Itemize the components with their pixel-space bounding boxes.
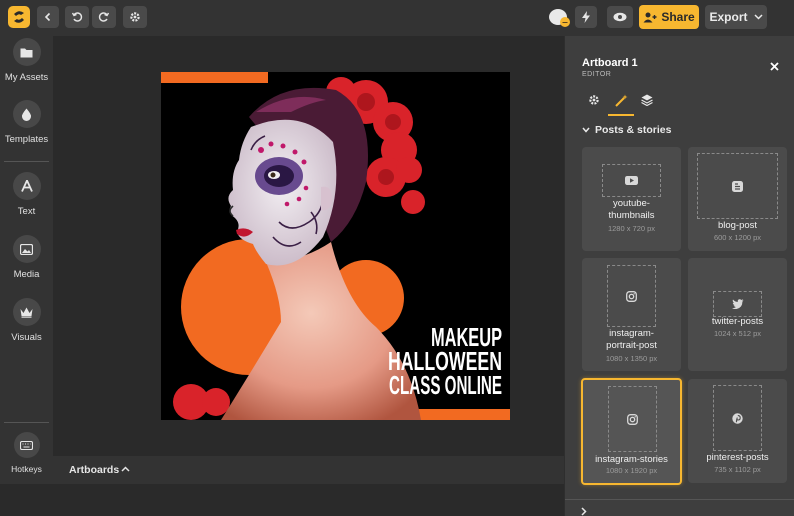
settings-button[interactable] [123,6,147,28]
gear-icon [589,95,599,105]
text-icon [12,172,41,200]
sidebar-label: Hotkeys [11,464,42,474]
sidebar-label: My Assets [4,72,49,83]
chevron-right-icon[interactable] [581,507,587,516]
preview-button[interactable] [607,6,633,28]
close-icon[interactable] [770,62,779,71]
left-sidebar: My Assets Templates Text Media Visuals H… [0,36,53,486]
sidebar-item-text[interactable]: Text [0,172,53,217]
sidebar-item-templates[interactable]: Templates [0,100,53,145]
bottom-strip [0,484,564,516]
template-card-instagram-stories[interactable]: instagram-stories 1080 x 1920 px [581,378,682,485]
undo-icon [71,12,83,22]
template-name: youtube- thumbnails [608,198,655,221]
artboards-bar[interactable]: Artboards [53,456,564,484]
undo-button[interactable] [65,6,89,28]
export-label: Export [709,10,748,24]
sidebar-item-my-assets[interactable]: My Assets [0,38,53,83]
chevron-down-icon [753,14,763,20]
template-card-instagram-portrait-post[interactable]: instagram- portrait-post 1080 x 1350 px [582,258,681,371]
blogger-icon [732,180,743,192]
user-avatar[interactable] [548,7,570,29]
template-name: pinterest-posts [706,452,769,463]
chevron-down-icon [582,127,590,133]
instagram-icon [626,290,637,302]
drop-icon [12,100,41,128]
sidebar-divider [4,422,49,423]
instagram-icon [627,413,638,425]
poster-line-3: CLASS ONLINE [389,370,502,400]
layers-icon [641,94,653,106]
template-card-pinterest-posts[interactable]: pinterest-posts 735 x 1102 px [688,379,787,483]
template-size: 1080 x 1920 px [605,466,658,475]
folder-icon [12,38,41,66]
back-button[interactable] [37,6,59,28]
panel-divider [565,499,794,500]
tab-templates[interactable] [611,94,631,110]
poster-artwork: MAKEUP HALLOWEEN CLASS ONLINE [161,72,510,420]
top-bar: Share Export [0,0,794,36]
template-name: twitter-posts [711,316,764,327]
template-name: blog-post [717,220,758,231]
chevron-left-icon [44,12,51,22]
panel-subtitle: EDITOR [582,71,612,78]
add-user-icon [643,12,657,22]
artboards-label: Artboards [69,464,120,476]
active-tab-indicator [608,114,634,116]
template-frame [713,291,762,317]
sidebar-label: Visuals [11,332,42,343]
redo-button[interactable] [92,6,116,28]
magic-wand-icon [614,94,627,107]
template-size: 1080 x 1350 px [605,354,658,363]
section-header[interactable]: Posts & stories [582,124,671,136]
template-name: instagram- portrait-post [606,328,657,351]
tab-settings[interactable] [584,94,604,110]
panel-title: Artboard 1 [582,57,638,69]
magic-button[interactable] [575,6,597,28]
lightning-icon [582,11,590,23]
twitter-icon [731,299,743,309]
tab-layers[interactable] [637,94,657,110]
template-size: 735 x 1102 px [714,465,761,474]
template-card-twitter-posts[interactable]: twitter-posts 1024 x 512 px [688,258,787,371]
sidebar-item-media[interactable]: Media [0,235,53,280]
template-frame [602,164,661,197]
artboard-canvas[interactable]: MAKEUP HALLOWEEN CLASS ONLINE [161,72,510,420]
template-size: 600 x 1200 px [713,233,762,242]
share-label: Share [661,10,695,24]
template-frame [713,385,762,451]
keyboard-icon [13,432,40,458]
template-frame [697,153,778,219]
sidebar-label: Text [17,206,36,217]
image-icon [12,235,41,263]
eye-icon [613,12,627,22]
logo-icon[interactable] [8,6,30,28]
sidebar-label: Templates [4,134,49,145]
section-title: Posts & stories [595,124,672,136]
share-button[interactable]: Share [639,5,699,29]
template-name: instagram-stories [595,454,668,465]
pinterest-icon [732,412,743,424]
app-window: Share Export My Assets Templates Text Me… [0,0,794,516]
gear-icon [130,12,140,22]
youtube-icon [625,176,638,185]
template-size: 1280 x 720 px [607,224,656,233]
template-card-youtube-thumbnails[interactable]: youtube- thumbnails 1280 x 720 px [582,147,681,251]
sidebar-divider [4,161,49,162]
sidebar-item-hotkeys[interactable]: Hotkeys [0,432,53,474]
right-panel: Artboard 1 EDITOR Posts & stories youtub… [564,36,794,516]
template-size: 1024 x 512 px [713,329,762,338]
template-card-blog-post[interactable]: blog-post 600 x 1200 px [688,147,787,251]
crown-icon [12,298,41,326]
template-frame [607,265,656,327]
chevron-up-icon[interactable] [121,466,130,472]
export-button[interactable]: Export [705,5,767,29]
template-frame [608,386,657,452]
sidebar-item-visuals[interactable]: Visuals [0,298,53,343]
redo-icon [98,12,110,22]
sidebar-label: Media [13,269,40,280]
